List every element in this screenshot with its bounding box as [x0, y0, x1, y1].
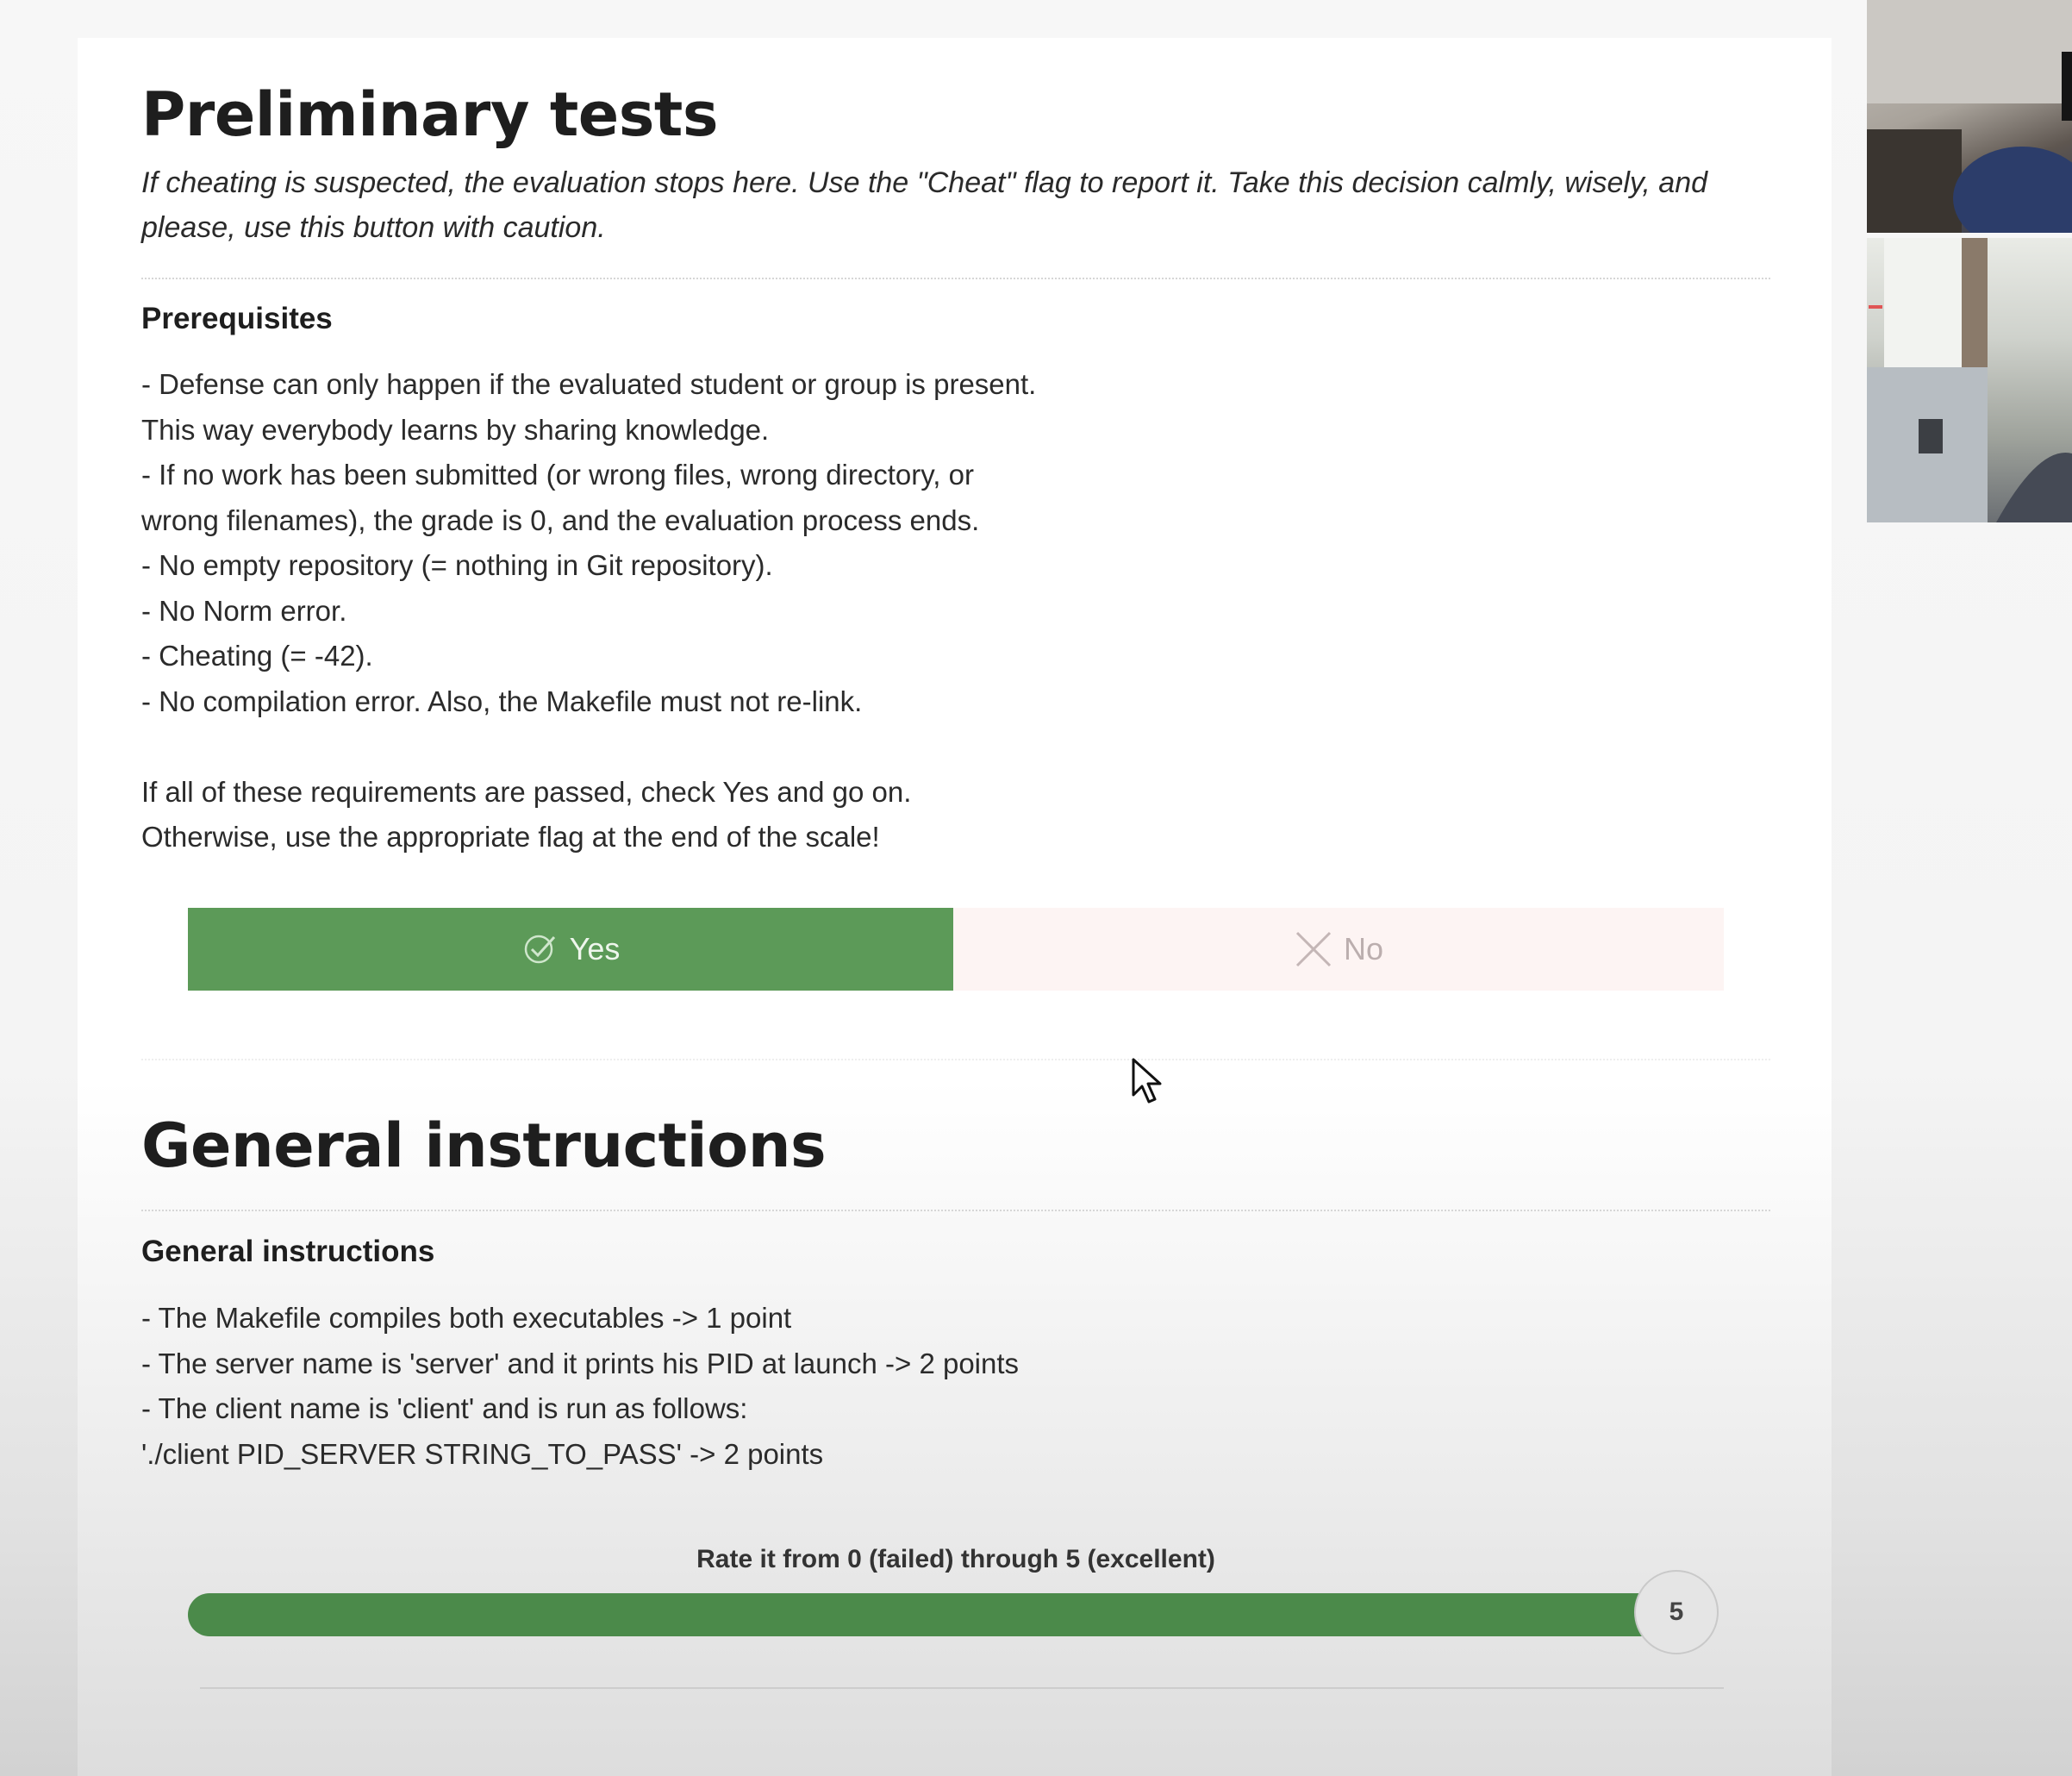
video-thumbnail [1867, 238, 2072, 522]
preliminary-title: Preliminary tests [141, 79, 719, 150]
prerequisites-heading: Prerequisites [141, 302, 333, 335]
yes-label: Yes [569, 931, 621, 966]
divider [141, 278, 1770, 279]
prerequisite-line: - If no work has been submitted (or wron… [141, 459, 974, 491]
prerequisite-line: - Cheating (= -42). [141, 640, 373, 672]
prerequisite-line: - No compilation error. Also, the Makefi… [141, 685, 863, 717]
rating-slider-handle[interactable]: 5 [1634, 1570, 1719, 1654]
preliminary-intro: If cheating is suspected, the evaluation… [141, 166, 1708, 244]
general-title: General instructions [141, 1110, 827, 1181]
yes-button[interactable]: Yes [188, 908, 953, 991]
rating-label: Rate it from 0 (failed) through 5 (excel… [696, 1545, 1215, 1573]
instruction-line: - The server name is 'server' and it pri… [141, 1347, 1020, 1379]
mouse-cursor-icon [1131, 1057, 1165, 1110]
evaluation-card [78, 38, 1832, 1776]
prerequisite-line: wrong filenames), the grade is 0, and th… [141, 503, 980, 536]
prerequisite-line: - No empty repository (= nothing in Git … [141, 549, 773, 581]
video-thumbnail [1867, 0, 2072, 233]
instruction-line: - The Makefile compiles both executables… [141, 1302, 792, 1334]
instruction-line: - The client name is 'client' and is run… [141, 1392, 748, 1424]
prerequisite-line: - No Norm error. [141, 594, 347, 627]
rating-slider-track[interactable] [188, 1593, 1662, 1636]
prerequisite-line: If all of these requirements are passed,… [141, 775, 912, 808]
instruction-line: './client PID_SERVER STRING_TO_PASS' -> … [141, 1437, 824, 1470]
check-icon [524, 935, 555, 964]
prerequisite-line: This way everybody learns by sharing kno… [141, 413, 770, 446]
no-label: No [1343, 931, 1384, 966]
divider [200, 1687, 1724, 1689]
prerequisite-line: Otherwise, use the appropriate flag at t… [141, 821, 880, 853]
general-subheading: General instructions [141, 1235, 435, 1268]
prerequisite-line [141, 724, 1036, 770]
cross-icon [1295, 931, 1332, 967]
section-divider [141, 1059, 1770, 1060]
prerequisite-line: - Defense can only happen if the evaluat… [141, 368, 1037, 400]
no-button[interactable]: No [953, 908, 1724, 991]
prerequisites-text: - Defense can only happen if the evaluat… [141, 362, 1036, 860]
divider [141, 1210, 1770, 1211]
general-text: - The Makefile compiles both executables… [141, 1296, 1019, 1477]
